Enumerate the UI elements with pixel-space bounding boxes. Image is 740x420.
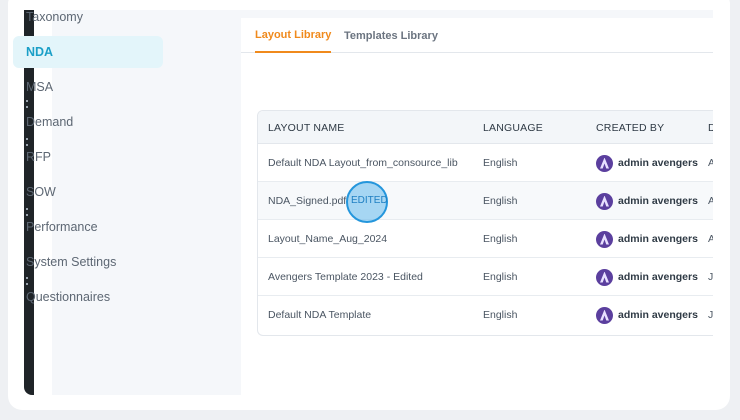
avengers-avatar-icon [596,154,613,172]
layouts-table: LAYOUT NAME LANGUAGE CREATED BY D Defaul… [257,110,713,336]
creator-name: admin avengers [618,309,698,321]
sidebar-item-msa[interactable]: MSA [13,71,163,103]
creator-name: admin avengers [618,157,698,169]
tab-layout-library[interactable]: Layout Library [255,18,332,53]
table-header: LAYOUT NAME LANGUAGE CREATED BY D [258,111,713,144]
creator-name: admin avengers [618,271,698,283]
created-by: admin avengers [596,258,698,296]
library-tabs: Layout Library Templates Library [241,18,713,53]
layout-name[interactable]: Default NDA Template [268,296,473,334]
sidebar-item-demand[interactable]: Demand [13,106,163,138]
tab-templates-library[interactable]: Templates Library [344,18,438,53]
layout-name[interactable]: Layout_Name_Aug_2024 [268,220,473,258]
truncated-cell: J [708,271,713,283]
avengers-avatar-icon [596,306,613,324]
language: English [483,195,518,207]
created-by: admin avengers [596,144,698,182]
sidebar-item-sow[interactable]: SOW [13,176,163,208]
sidebar-item-rfp[interactable]: RFP [13,141,163,173]
table-row[interactable]: NDA_Signed.pdf English admin avengers A [258,182,713,220]
column-header-language[interactable]: LANGUAGE [483,111,543,144]
avengers-avatar-icon [596,192,613,210]
truncated-cell: A [708,144,713,182]
sidebar-item-performance[interactable]: Performance [13,211,163,243]
language: English [483,157,518,169]
layout-name[interactable]: Avengers Template 2023 - Edited [268,258,473,296]
avengers-avatar-icon [596,230,613,248]
created-by: admin avengers [596,296,698,334]
column-header-created-by[interactable]: CREATED BY [596,111,664,144]
sidebar-item-system-settings[interactable]: System Settings [13,246,163,278]
edited-badge: EDITED [351,195,388,206]
truncated-cell: A [708,220,713,258]
truncated-cell: A [708,182,713,220]
table-row[interactable]: Default NDA Layout_from_consource_lib En… [258,144,713,182]
layout-name-text: NDA_Signed.pdf [268,195,347,207]
created-by: admin avengers [596,182,698,220]
creator-name: admin avengers [618,195,698,207]
created-by: admin avengers [596,220,698,258]
layout-name[interactable]: Default NDA Layout_from_consource_lib [268,144,473,182]
sidebar-item-questionnaires[interactable]: Questionnaires [13,281,163,313]
language: English [483,271,518,283]
language: English [483,309,518,321]
avengers-avatar-icon [596,268,613,286]
table-row[interactable]: Default NDA Template English admin aveng… [258,296,713,334]
truncated-cell: J [708,309,713,321]
language: English [483,233,518,245]
sidebar-item-nda[interactable]: NDA [13,36,163,68]
table-row[interactable]: Avengers Template 2023 - Edited English … [258,258,713,296]
column-header-truncated[interactable]: D [708,111,713,144]
table-row[interactable]: Layout_Name_Aug_2024 English admin aveng… [258,220,713,258]
creator-name: admin avengers [618,233,698,245]
sidebar-item-taxonomy[interactable]: Taxonomy [13,1,163,33]
column-header-layout-name[interactable]: LAYOUT NAME [268,111,345,144]
